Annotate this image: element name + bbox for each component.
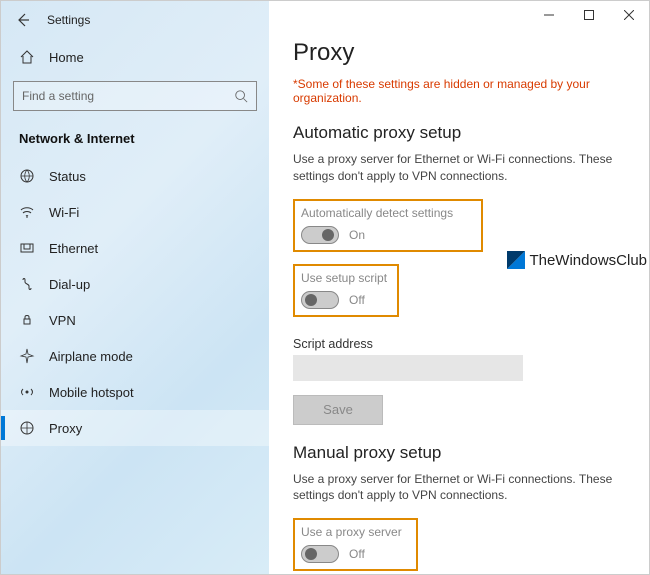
home-link[interactable]: Home bbox=[1, 39, 269, 75]
wifi-icon bbox=[19, 204, 35, 220]
home-label: Home bbox=[49, 50, 84, 65]
minimize-icon bbox=[544, 10, 554, 20]
close-button[interactable] bbox=[609, 1, 649, 29]
nav-item-ethernet[interactable]: Ethernet bbox=[1, 230, 269, 266]
auto-detect-status: On bbox=[349, 228, 365, 242]
auto-detect-label: Automatically detect settings bbox=[301, 206, 453, 220]
status-icon bbox=[19, 168, 35, 184]
nav-label: Mobile hotspot bbox=[49, 385, 134, 400]
auto-desc: Use a proxy server for Ethernet or Wi-Fi… bbox=[293, 151, 625, 185]
watermark-text: TheWindowsClub bbox=[529, 252, 647, 269]
nav-item-airplane[interactable]: Airplane mode bbox=[1, 338, 269, 374]
main-content: Proxy *Some of these settings are hidden… bbox=[269, 1, 649, 574]
back-button[interactable] bbox=[13, 10, 33, 30]
nav-label: Airplane mode bbox=[49, 349, 133, 364]
search-box[interactable] bbox=[13, 81, 257, 111]
nav-list: Status Wi-Fi Ethernet Dial-up VPN Airpla… bbox=[1, 158, 269, 446]
maximize-icon bbox=[584, 10, 594, 20]
maximize-button[interactable] bbox=[569, 1, 609, 29]
hotspot-icon bbox=[19, 384, 35, 400]
manual-heading: Manual proxy setup bbox=[293, 443, 625, 463]
use-proxy-label: Use a proxy server bbox=[301, 525, 402, 539]
category-heading: Network & Internet bbox=[1, 123, 269, 158]
nav-label: VPN bbox=[49, 313, 76, 328]
search-input[interactable] bbox=[22, 89, 234, 103]
nav-label: Ethernet bbox=[49, 241, 98, 256]
nav-item-hotspot[interactable]: Mobile hotspot bbox=[1, 374, 269, 410]
search-icon bbox=[234, 89, 248, 103]
page-title: Proxy bbox=[293, 39, 625, 67]
proxy-icon bbox=[19, 420, 35, 436]
window-title: Settings bbox=[47, 13, 90, 27]
script-address-input[interactable] bbox=[293, 355, 523, 381]
setup-script-toggle[interactable] bbox=[301, 291, 339, 309]
setup-script-setting: Use setup script Off bbox=[293, 264, 399, 317]
nav-label: Wi-Fi bbox=[49, 205, 79, 220]
ethernet-icon bbox=[19, 240, 35, 256]
auto-detect-setting: Automatically detect settings On bbox=[293, 199, 483, 252]
manual-desc: Use a proxy server for Ethernet or Wi-Fi… bbox=[293, 471, 625, 505]
sidebar: Settings Home Network & Internet Status … bbox=[1, 1, 269, 574]
nav-item-status[interactable]: Status bbox=[1, 158, 269, 194]
use-proxy-status: Off bbox=[349, 547, 365, 561]
close-icon bbox=[624, 10, 634, 20]
vpn-icon bbox=[19, 312, 35, 328]
save-button[interactable]: Save bbox=[293, 395, 383, 425]
nav-label: Status bbox=[49, 169, 86, 184]
setup-script-label: Use setup script bbox=[301, 271, 387, 285]
dialup-icon bbox=[19, 276, 35, 292]
nav-item-proxy[interactable]: Proxy bbox=[1, 410, 269, 446]
arrow-left-icon bbox=[15, 12, 31, 28]
title-bar: Settings bbox=[1, 1, 269, 39]
home-icon bbox=[19, 49, 35, 65]
nav-label: Dial-up bbox=[49, 277, 90, 292]
script-address-label: Script address bbox=[293, 337, 625, 351]
nav-label: Proxy bbox=[49, 421, 82, 436]
setup-script-status: Off bbox=[349, 293, 365, 307]
auto-heading: Automatic proxy setup bbox=[293, 123, 625, 143]
nav-item-vpn[interactable]: VPN bbox=[1, 302, 269, 338]
airplane-icon bbox=[19, 348, 35, 364]
use-proxy-setting: Use a proxy server Off bbox=[293, 518, 418, 571]
auto-detect-toggle[interactable] bbox=[301, 226, 339, 244]
minimize-button[interactable] bbox=[529, 1, 569, 29]
nav-item-wifi[interactable]: Wi-Fi bbox=[1, 194, 269, 230]
nav-item-dialup[interactable]: Dial-up bbox=[1, 266, 269, 302]
window-controls bbox=[529, 1, 649, 29]
org-warning: *Some of these settings are hidden or ma… bbox=[293, 77, 625, 105]
watermark: TheWindowsClub bbox=[507, 251, 647, 269]
use-proxy-toggle[interactable] bbox=[301, 545, 339, 563]
